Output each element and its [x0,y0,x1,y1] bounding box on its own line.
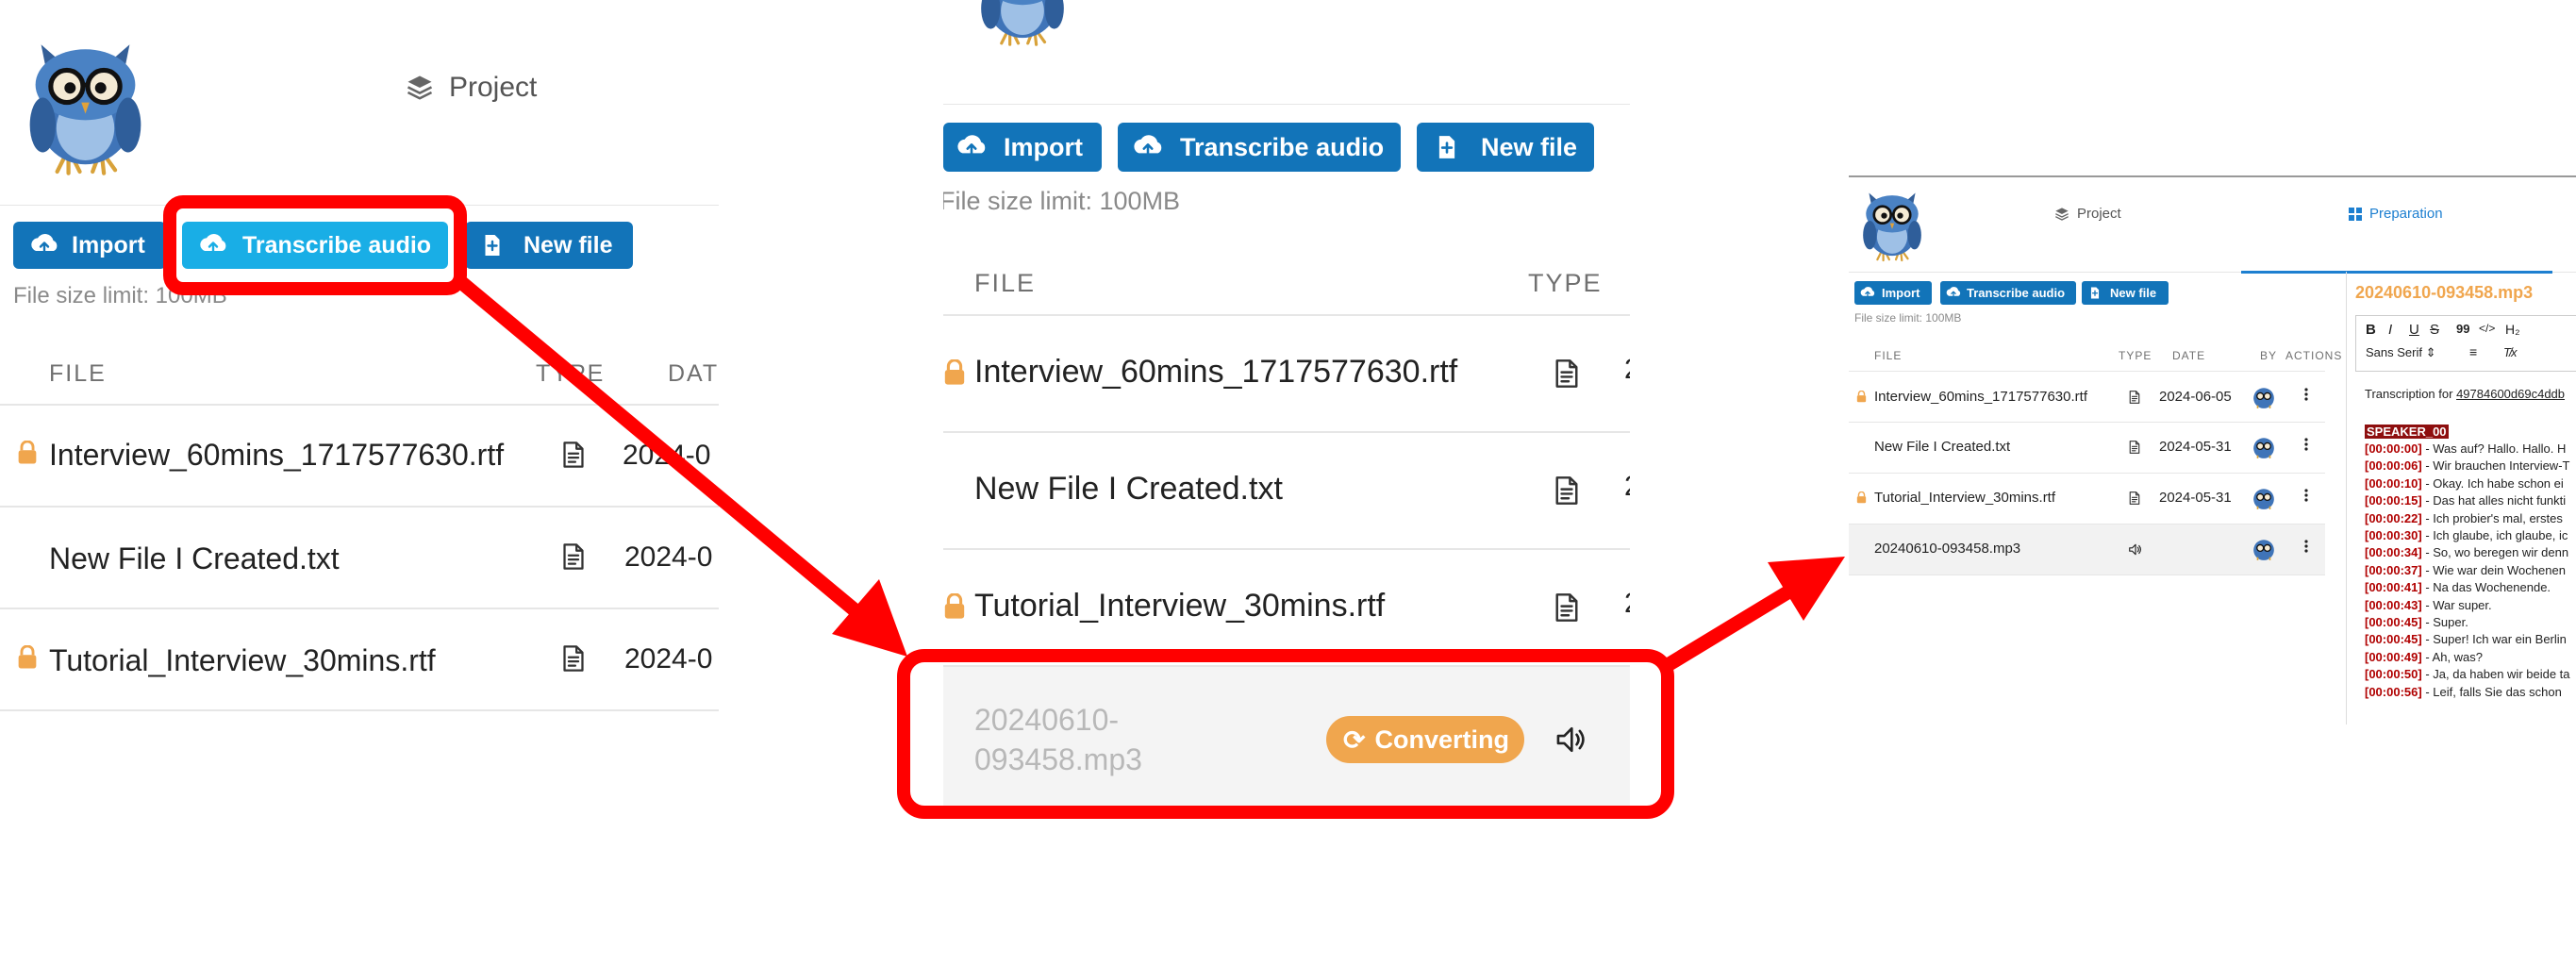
converting-highlight-box [897,649,1674,819]
arrow-head-1 [832,579,907,657]
transcribe-highlight-box [163,195,467,295]
arrow-head-2 [1768,557,1845,621]
annotation-overlay [163,195,1845,819]
arrow-line-1 [455,275,866,621]
arrow-line-2 [1660,582,1800,673]
